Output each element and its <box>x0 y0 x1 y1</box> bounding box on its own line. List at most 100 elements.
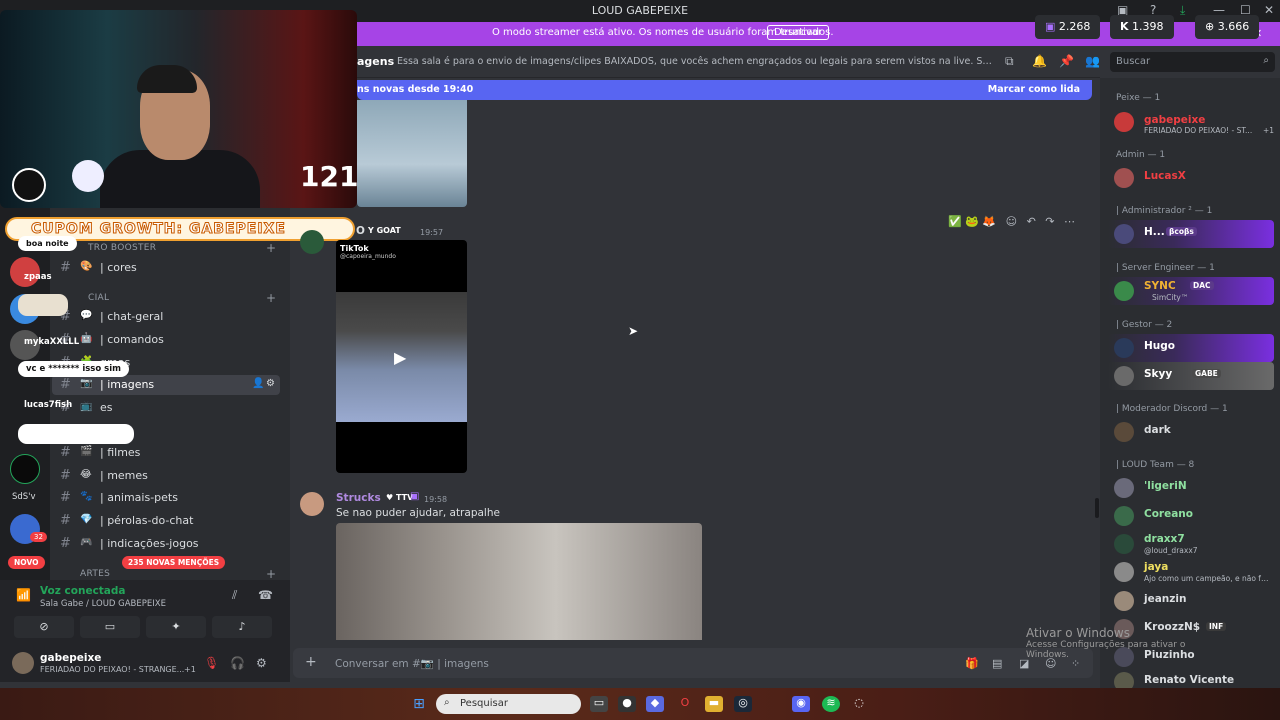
member-item[interactable]: draxx7 @loud_draxx7 <box>1108 530 1274 558</box>
member-item[interactable]: Coreano <box>1108 502 1274 530</box>
mic-muted-icon[interactable]: 🎙 <box>204 656 219 670</box>
channel-item-chat-geral[interactable]: # 💬 | chat-geral <box>52 307 280 327</box>
discord-icon[interactable]: ◉ <box>792 696 810 712</box>
reaction-icon[interactable]: 🐸 <box>965 215 979 228</box>
role-header: | Moderador Discord — 1 <box>1116 404 1228 414</box>
server-label[interactable]: SdS'v <box>12 492 36 502</box>
channel-item-filmes[interactable]: # 🎬 | filmes <box>52 443 280 463</box>
headset-deafened-icon[interactable]: 🎧 <box>230 656 245 670</box>
channel-label: | memes <box>100 469 148 482</box>
user-settings-icon[interactable]: ⚙ <box>256 656 267 670</box>
scrollbar-thumb[interactable] <box>1095 498 1099 518</box>
windows-activation-watermark: Ativar o Windows Acesse Configurações pa… <box>1026 626 1226 660</box>
file-explorer-icon[interactable]: ▬ <box>705 696 723 712</box>
soundboard-button[interactable]: ♪ <box>212 616 272 638</box>
channel-emoji: 🎬 <box>80 446 93 457</box>
forward-icon[interactable]: ↷ <box>1045 215 1054 228</box>
voice-status[interactable]: Voz conectada <box>40 585 126 597</box>
noise-suppression-icon[interactable]: ⫽ <box>232 588 237 603</box>
member-item[interactable]: LucasX <box>1108 164 1274 192</box>
download-icon[interactable]: ⤓ <box>1180 3 1185 18</box>
voice-room[interactable]: Sala Gabe / LOUD GABEPEIXE <box>40 599 166 609</box>
loud-server-icon[interactable] <box>10 454 40 484</box>
member-item[interactable]: H... βcoβs <box>1108 220 1274 248</box>
spotify-icon[interactable]: ≋ <box>822 696 840 712</box>
mark-as-read-button[interactable]: Marcar como lida <box>988 84 1080 95</box>
channel-item-animais-pets[interactable]: # 🐾 | animais-pets <box>52 488 280 508</box>
new-badge[interactable]: NOVO <box>8 556 45 569</box>
member-name: dark <box>1144 424 1171 436</box>
attach-plus-icon[interactable]: + <box>305 654 317 670</box>
message-text: Se nao puder ajudar, atrapalhe <box>336 507 500 519</box>
copilot-icon[interactable]: ◆ <box>646 696 664 712</box>
invite-icon[interactable]: 👤 <box>252 378 264 389</box>
new-messages-bar[interactable]: ns novas desde 19:40 Marcar como lida <box>357 80 1092 100</box>
category-header[interactable]: ARTES <box>80 569 110 579</box>
add-reaction-icon[interactable]: ☺ <box>1006 215 1017 228</box>
search-box[interactable]: Buscar ⌕ <box>1110 52 1275 72</box>
reaction-icon[interactable]: 🦊 <box>982 215 996 228</box>
task-view-icon[interactable]: ▭ <box>590 696 608 712</box>
gif-icon[interactable]: ▤ <box>992 657 1002 670</box>
member-item[interactable]: Skyy GABE <box>1108 362 1274 390</box>
reply-icon[interactable]: ↶ <box>1027 215 1036 228</box>
message-author[interactable]: Strucks <box>336 492 381 504</box>
bell-icon[interactable]: 🔔 <box>1032 54 1047 68</box>
screen-share-button[interactable]: ▭ <box>80 616 140 638</box>
category-header[interactable]: CIAL <box>88 293 109 303</box>
gear-icon[interactable]: ⚙ <box>266 378 275 389</box>
member-item[interactable]: gabepeixe FERIADAO DO PEIXAO! - ST... +1 <box>1108 108 1274 136</box>
new-mentions-badge[interactable]: 235 NOVAS MENÇÕES <box>122 556 226 569</box>
kick-icon: K <box>1120 20 1129 33</box>
member-item[interactable]: 'ligeriN <box>1108 474 1274 502</box>
message-composer[interactable]: + Conversar em #📷 | imagens 🎁 ▤ ◪ ☺ ⁘ <box>293 648 1093 678</box>
members-icon[interactable]: 👥 <box>1085 54 1100 68</box>
channel-item-memes[interactable]: # 😂 | memes <box>52 466 280 486</box>
add-channel-icon[interactable]: + <box>266 567 276 581</box>
close-button[interactable]: ✕ <box>1264 3 1274 17</box>
channel-item-comandos[interactable]: # 🤖 | comandos <box>52 330 280 350</box>
member-item[interactable]: Renato Vicente <box>1108 668 1274 688</box>
activities-button[interactable]: ✦ <box>146 616 206 638</box>
avatar[interactable] <box>300 492 324 516</box>
search-icon: ⌕ <box>1263 55 1269 66</box>
channel-item-perolas-do-chat[interactable]: # 💎 | pérolas-do-chat <box>52 511 280 531</box>
channel-topic[interactable]: Essa sala é para o envio de imagens/clip… <box>397 56 992 67</box>
member-item[interactable]: Hugo <box>1108 334 1274 362</box>
play-icon[interactable]: ▶ <box>394 348 406 367</box>
channel-item-cores[interactable]: # 🎨 | cores <box>52 258 280 278</box>
avatar[interactable] <box>12 652 34 674</box>
add-channel-icon[interactable]: + <box>266 291 276 305</box>
pin-icon[interactable]: 📌 <box>1059 54 1074 68</box>
windows-start-icon[interactable]: ⊞ <box>410 696 428 712</box>
steam-icon[interactable]: ◎ <box>734 696 752 712</box>
taskbar-search[interactable]: ⌕ Pesquisar <box>436 694 581 714</box>
gift-icon[interactable]: 🎁 <box>965 657 979 670</box>
obs-icon[interactable]: ◌ <box>850 696 868 712</box>
channel-item-clipes[interactable]: # 📺 es <box>52 398 280 418</box>
member-item[interactable]: jaya Ajo como um campeão, e não faria... <box>1108 558 1274 586</box>
attachment-image[interactable] <box>357 100 467 207</box>
member-item[interactable]: jeanzin <box>1108 587 1274 615</box>
reaction-check-icon[interactable]: ✅ <box>948 215 962 228</box>
camera-button[interactable]: ⊘ <box>14 616 74 638</box>
opera-icon[interactable]: O <box>676 696 694 712</box>
member-item[interactable]: dark <box>1108 418 1274 446</box>
channel-item-indicacoes-jogos[interactable]: # 🎮 | indicações-jogos <box>52 534 280 554</box>
more-icon[interactable]: ⋯ <box>1064 215 1075 228</box>
threads-icon[interactable]: ⧉ <box>1005 54 1014 69</box>
disconnect-icon[interactable]: ☎ <box>258 588 273 602</box>
channel-emoji: 🐾 <box>80 491 93 502</box>
channel-item-imagens[interactable]: # 📷 | imagens 👤 ⚙ <box>52 375 280 395</box>
message-author[interactable]: O <box>356 225 365 237</box>
add-channel-icon[interactable]: + <box>266 241 276 255</box>
composer-placeholder: Conversar em #📷 | imagens <box>335 658 489 670</box>
video-attachment[interactable]: TikTok @capoeira_mundo ▶ <box>336 240 467 473</box>
category-header[interactable]: TRO BOOSTER <box>88 243 156 253</box>
avatar <box>1114 422 1134 442</box>
attachment-image[interactable] <box>336 523 702 640</box>
member-item[interactable]: SYNC DAC SimCity™ <box>1108 277 1274 305</box>
avatar[interactable] <box>300 230 324 254</box>
disable-streamer-mode-button[interactable]: Desativar <box>767 25 830 40</box>
app-icon[interactable]: ● <box>618 696 636 712</box>
